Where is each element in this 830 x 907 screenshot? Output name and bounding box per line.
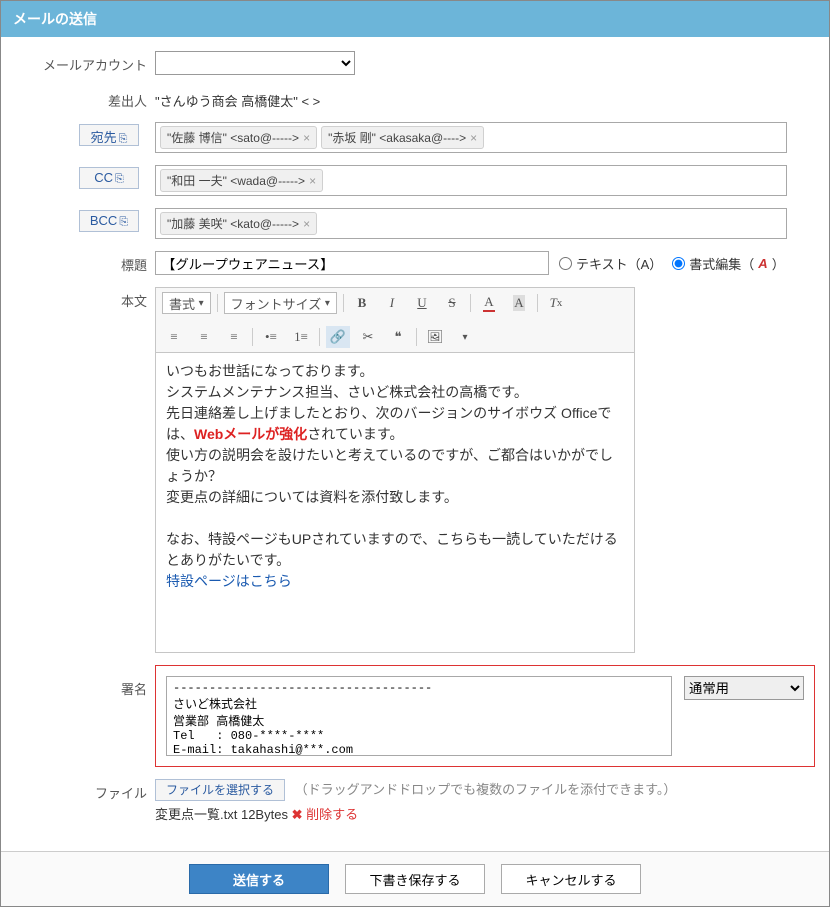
italic-icon[interactable]: I bbox=[380, 292, 404, 314]
format-rich-radio[interactable]: 書式編集（A） bbox=[672, 254, 784, 273]
number-list-icon[interactable]: 1≡ bbox=[289, 326, 313, 348]
dialog-title: メールの送信 bbox=[1, 1, 829, 37]
align-right-icon[interactable]: ≡ bbox=[222, 326, 246, 348]
cc-button[interactable]: CC⎘ bbox=[79, 167, 139, 189]
bg-color-icon[interactable]: A bbox=[507, 292, 531, 314]
underline-icon[interactable]: U bbox=[410, 292, 434, 314]
remove-chip-icon[interactable]: × bbox=[303, 131, 310, 145]
address-book-icon: ⎘ bbox=[119, 133, 128, 145]
recipient-chip[interactable]: "赤坂 剛" <akasaka@---->× bbox=[321, 126, 484, 149]
cancel-button[interactable]: キャンセルする bbox=[501, 864, 641, 894]
style-select[interactable]: 書式 ▾ bbox=[162, 292, 211, 314]
align-center-icon[interactable]: ≡ bbox=[192, 326, 216, 348]
bcc-button[interactable]: BCC⎘ bbox=[79, 210, 139, 232]
file-select-button[interactable]: ファイルを選択する bbox=[155, 779, 285, 801]
signature-textarea[interactable] bbox=[166, 676, 672, 756]
send-button[interactable]: 送信する bbox=[189, 864, 329, 894]
signature-select[interactable]: 通常用 bbox=[684, 676, 804, 700]
editor-toolbar: 書式 ▾ フォントサイズ ▾ B I U S A A Tx ≡ ≡ ≡ •≡ 1… bbox=[155, 287, 635, 353]
link-icon[interactable]: 🔗 bbox=[326, 326, 350, 348]
more-icon[interactable]: ▾ bbox=[453, 326, 477, 348]
cc-field[interactable]: "和田 一夫" <wada@----->× bbox=[155, 165, 787, 196]
image-icon[interactable]: 🖼 bbox=[423, 326, 447, 348]
remove-chip-icon[interactable]: × bbox=[303, 217, 310, 231]
text-color-icon[interactable]: A bbox=[477, 292, 501, 314]
bcc-field[interactable]: "加藤 美咲" <kato@----->× bbox=[155, 208, 787, 239]
bullet-list-icon[interactable]: •≡ bbox=[259, 326, 283, 348]
signature-box: 通常用 bbox=[155, 665, 815, 767]
quote-icon[interactable]: ❝ bbox=[386, 326, 410, 348]
account-select[interactable] bbox=[155, 51, 355, 75]
sender-value: "さんゆう商会 高橋健太" < > bbox=[155, 87, 815, 110]
file-hint: （ドラッグアンドドロップでも複数のファイルを添付できます。） bbox=[295, 782, 677, 797]
recipient-chip[interactable]: "加藤 美咲" <kato@----->× bbox=[160, 212, 317, 235]
recipient-chip[interactable]: "和田 一夫" <wada@----->× bbox=[160, 169, 323, 192]
label-account: メールアカウント bbox=[15, 51, 155, 74]
body-link[interactable]: 特設ページはこちら bbox=[166, 573, 292, 589]
to-button[interactable]: 宛先⎘ bbox=[79, 124, 139, 146]
body-editor[interactable]: いつもお世話になっております。 システムメンテナンス担当、さいど株式会社の高橋で… bbox=[155, 353, 635, 653]
label-sender: 差出人 bbox=[15, 87, 155, 110]
fontsize-select[interactable]: フォントサイズ ▾ bbox=[224, 292, 337, 314]
unlink-icon[interactable]: ✂ bbox=[356, 326, 380, 348]
address-book-icon: ⎘ bbox=[119, 216, 128, 228]
bold-icon[interactable]: B bbox=[350, 292, 374, 314]
recipient-chip[interactable]: "佐藤 博信" <sato@----->× bbox=[160, 126, 317, 149]
attachment-item: 変更点一覧.txt 12Bytes ✖ 削除する bbox=[155, 804, 815, 823]
label-subject: 標題 bbox=[15, 251, 155, 274]
subject-input[interactable] bbox=[155, 251, 549, 275]
clear-format-icon[interactable]: Tx bbox=[544, 292, 568, 314]
address-book-icon: ⎘ bbox=[115, 173, 124, 185]
remove-chip-icon[interactable]: × bbox=[309, 174, 316, 188]
label-file: ファイル bbox=[15, 779, 155, 802]
align-left-icon[interactable]: ≡ bbox=[162, 326, 186, 348]
format-text-radio[interactable]: テキスト（A） bbox=[559, 254, 662, 273]
remove-chip-icon[interactable]: × bbox=[470, 131, 477, 145]
to-field[interactable]: "佐藤 博信" <sato@----->× "赤坂 剛" <akasaka@--… bbox=[155, 122, 787, 153]
save-draft-button[interactable]: 下書き保存する bbox=[345, 864, 485, 894]
strike-icon[interactable]: S bbox=[440, 292, 464, 314]
delete-attachment-link[interactable]: ✖ 削除する bbox=[292, 807, 359, 822]
label-body: 本文 bbox=[15, 287, 155, 310]
label-signature: 署名 bbox=[15, 665, 155, 698]
